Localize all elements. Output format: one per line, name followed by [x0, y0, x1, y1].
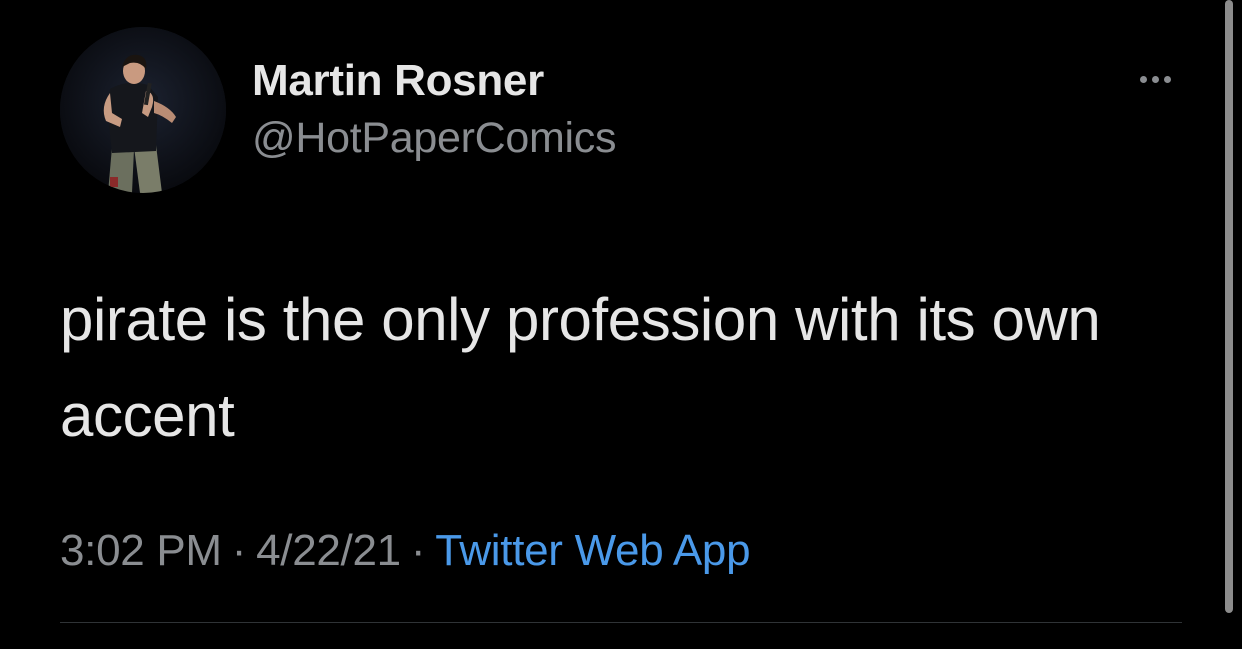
tweet-source-link[interactable]: Twitter Web App — [435, 526, 750, 575]
scrollbar[interactable] — [1225, 0, 1233, 613]
avatar[interactable] — [60, 27, 226, 193]
author-handle[interactable]: @HotPaperComics — [252, 114, 616, 163]
author-display-name[interactable]: Martin Rosner — [252, 56, 544, 106]
profile-photo-icon — [60, 27, 226, 193]
previous-content-edge — [250, 0, 610, 4]
more-horizontal-icon-dot — [1151, 75, 1159, 83]
tweet-date[interactable]: 4/22/21 — [256, 526, 401, 575]
tweet-text: pirate is the only profession with its o… — [60, 286, 1101, 449]
meta-separator: · — [410, 526, 426, 575]
more-options-button[interactable] — [1128, 64, 1182, 94]
divider — [60, 622, 1182, 623]
meta-separator: · — [231, 526, 247, 575]
more-horizontal-icon — [1139, 75, 1147, 83]
tweet-time[interactable]: 3:02 PM — [60, 526, 222, 575]
more-horizontal-icon-dot — [1163, 75, 1171, 83]
tweet-meta: 3:02 PM · 4/22/21 · Twitter Web App — [60, 526, 751, 576]
